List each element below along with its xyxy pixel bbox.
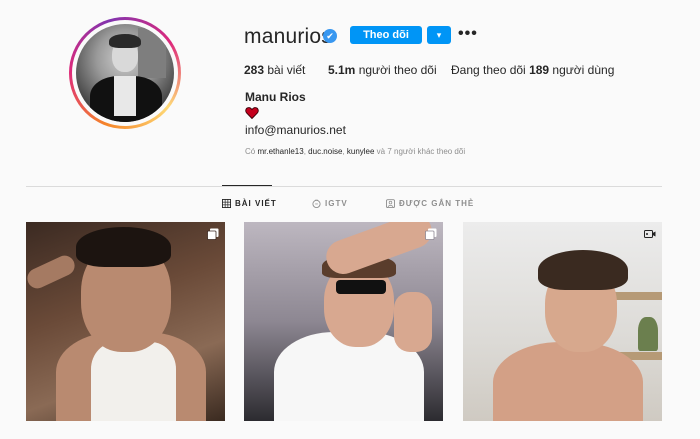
follower-name[interactable]: kunylee (347, 147, 375, 156)
suggested-accounts-dropdown-button[interactable]: ▾ (427, 26, 451, 44)
posts-count: 283 bài viết (244, 63, 306, 77)
tab-tagged-label: ĐƯỢC GẮN THẺ (399, 199, 475, 208)
follower-name[interactable]: duc.noise (308, 147, 342, 156)
post-thumbnail[interactable] (26, 222, 225, 421)
tab-posts-label: BÀI VIẾT (235, 199, 277, 208)
video-icon (644, 230, 656, 238)
grid-icon (222, 199, 231, 208)
tabs-divider (26, 186, 662, 187)
tab-igtv[interactable]: IGTV (312, 199, 348, 208)
tab-posts[interactable]: BÀI VIẾT (222, 199, 277, 208)
avatar-photo (76, 24, 174, 122)
tagged-icon (386, 199, 395, 208)
followers-count[interactable]: 5.1m người theo dõi (328, 63, 437, 77)
post-thumbnail[interactable] (244, 222, 443, 421)
verified-badge-icon: ✔ (323, 29, 337, 43)
more-options-icon[interactable]: ••• (458, 24, 478, 44)
carousel-icon (425, 228, 437, 240)
profile-username: manurios (244, 25, 332, 48)
profile-email-link[interactable]: info@manurios.net (245, 123, 346, 137)
tab-igtv-label: IGTV (325, 199, 348, 208)
active-tab-indicator (222, 185, 272, 186)
tab-tagged[interactable]: ĐƯỢC GẮN THẺ (386, 199, 474, 208)
profile-avatar[interactable] (69, 17, 181, 129)
carousel-icon (207, 228, 219, 240)
profile-header: manurios ✔ Theo dõi ▾ ••• 283 bài viết 5… (0, 0, 700, 180)
post-thumbnail[interactable] (463, 222, 662, 421)
profile-full-name: Manu Rios (245, 90, 306, 104)
igtv-icon (312, 199, 321, 208)
followed-by-text[interactable]: Có mr.ethanle13, duc.noise, kunylee và 7… (245, 147, 465, 156)
follow-button[interactable]: Theo dõi (350, 26, 422, 44)
heart-emoji-icon (245, 107, 259, 120)
follower-name[interactable]: mr.ethanle13 (257, 147, 303, 156)
following-count[interactable]: Đang theo dõi 189 người dùng (451, 63, 614, 77)
